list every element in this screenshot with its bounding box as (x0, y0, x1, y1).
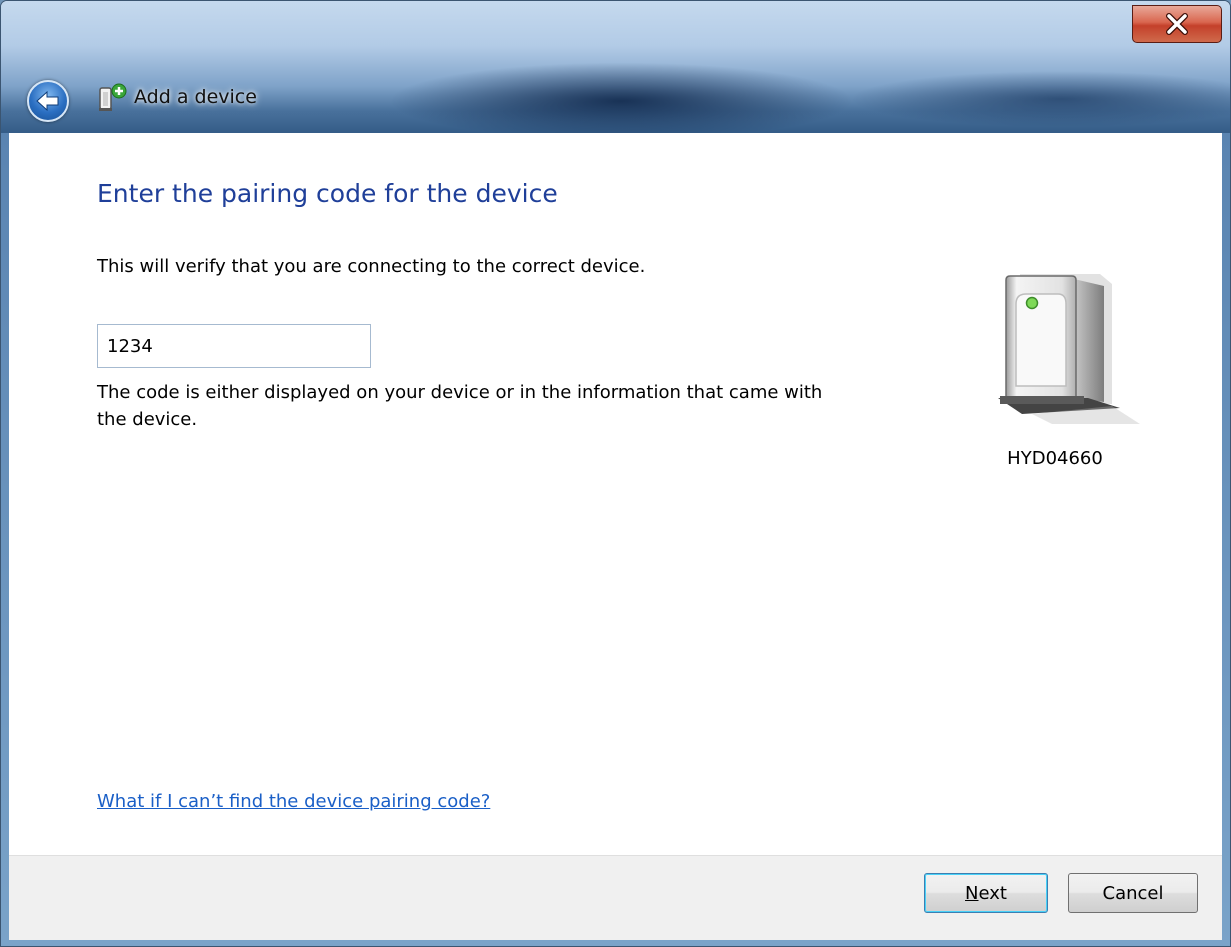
hint-text: The code is either displayed on your dev… (97, 382, 823, 430)
device-name: HYD04660 (1007, 448, 1103, 469)
device-tower-icon (998, 274, 1140, 424)
page-heading: Enter the pairing code for the device (97, 179, 558, 208)
next-label-rest: ext (978, 882, 1007, 904)
title-bar: Add a device (1, 1, 1230, 133)
pairing-code-input[interactable] (97, 324, 371, 368)
verify-text: This will verify that you are connecting… (97, 256, 646, 277)
pairing-code-help-link[interactable]: What if I can’t find the device pairing … (97, 791, 490, 812)
wizard-footer: Next Cancel (9, 855, 1222, 940)
add-device-icon (99, 83, 127, 111)
next-accel-letter: N (965, 882, 979, 904)
back-button[interactable] (27, 80, 69, 122)
back-arrow-icon (36, 90, 59, 112)
add-device-window: Add a device Enter the pairing code for … (0, 0, 1231, 947)
close-icon (1166, 13, 1188, 35)
next-button[interactable]: Next (924, 873, 1048, 913)
close-button[interactable] (1132, 5, 1222, 43)
window-title: Add a device (134, 86, 257, 108)
wizard-content: Enter the pairing code for the device Th… (9, 133, 1222, 855)
cancel-button[interactable]: Cancel (1068, 873, 1198, 913)
